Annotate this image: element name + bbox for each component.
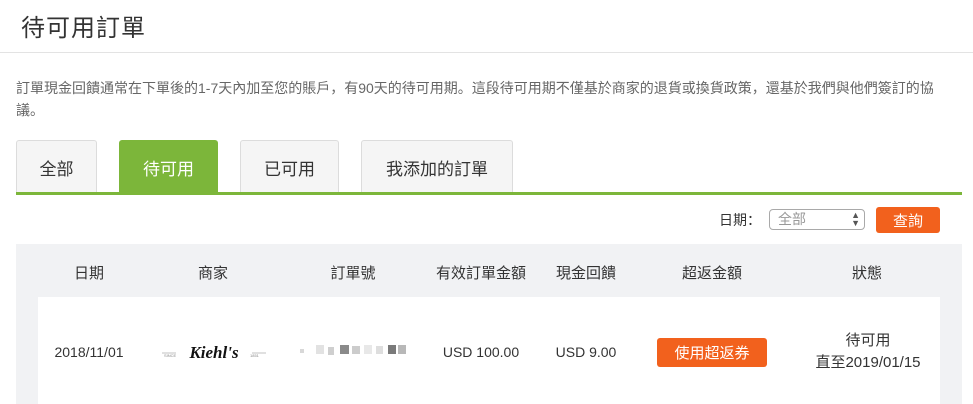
tab-available[interactable]: 已可用 [240,140,339,193]
use-bonus-voucher-button[interactable]: 使用超返券 [657,338,767,367]
header-order-amount: 有效訂單金額 [435,265,526,282]
query-button[interactable]: 查詢 [876,207,940,233]
title-divider [0,52,973,53]
order-date: 2018/11/01 [54,344,124,360]
header-date: 日期 [73,265,104,282]
logo-year-text: 1851 [250,353,260,358]
header-bonus-amount: 超返金額 [681,265,742,282]
merchant-logo: SINCE Kiehl's 1851 [162,343,266,362]
tab-underline [16,192,962,195]
header-order-number: 訂單號 [330,265,376,282]
tab-pending[interactable]: 待可用 [119,140,218,193]
header-merchant: 商家 [197,265,228,282]
page-title: 待可用訂單 [21,15,146,42]
logo-since-text: SINCE [164,353,177,358]
select-arrows-icon: ▲ ▼ [851,210,860,228]
order-amount: USD 100.00 [442,344,520,360]
date-filter-select[interactable]: 全部 ▲ ▼ [769,209,865,230]
cashback-amount: USD 9.00 [555,344,617,360]
tab-my-added-orders[interactable]: 我添加的訂單 [361,140,513,193]
header-cashback: 現金回饋 [555,265,616,282]
status-until-date: 直至2019/01/15 [815,354,921,371]
status-label: 待可用 [845,332,891,349]
header-status: 狀態 [851,265,882,282]
order-number-masked [300,345,406,355]
logo-brand-text: Kiehl's [188,343,239,362]
tab-all[interactable]: 全部 [16,140,97,193]
date-filter-value: 全部 [778,211,806,227]
date-filter-label: 日期： [719,212,761,228]
order-tabs: 全部 待可用 已可用 我添加的訂單 [16,140,962,193]
notice-text: 訂單現金回饋通常在下單後的1-7天內加至您的賬戶，有90天的待可用期。這段待可用… [16,80,934,118]
order-status: 待可用 直至2019/01/15 [800,330,936,374]
